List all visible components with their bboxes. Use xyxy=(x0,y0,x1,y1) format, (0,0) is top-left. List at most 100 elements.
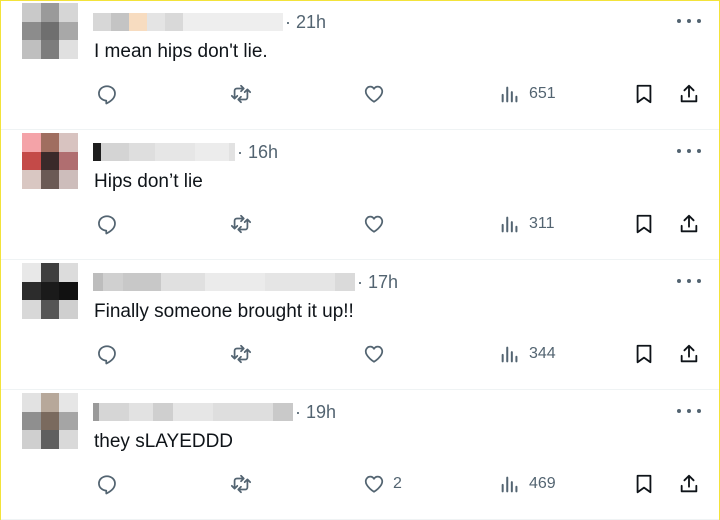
name-pixel-block xyxy=(93,273,103,291)
avatar-pixel xyxy=(22,393,41,412)
avatar-pixel xyxy=(59,411,78,431)
bookmark-icon xyxy=(636,344,652,364)
avatar-pixel xyxy=(40,300,60,319)
avatar-pixel xyxy=(22,133,41,152)
share-button[interactable] xyxy=(678,472,700,496)
views-button[interactable]: 311 xyxy=(499,212,555,236)
pixelated-author-name[interactable] xyxy=(93,273,355,291)
like-button[interactable] xyxy=(363,82,393,106)
pixelated-author-name[interactable] xyxy=(93,403,293,421)
reply-tweet[interactable]: · 21h I mean hips don't lie. 651 xyxy=(1,0,719,130)
reply-button[interactable] xyxy=(96,82,118,106)
views-button[interactable]: 469 xyxy=(499,472,556,496)
avatar-pixel xyxy=(59,430,78,449)
name-pixel-block xyxy=(111,13,129,31)
reply-tweet[interactable]: · 17h Finally someone brought it up!! 34… xyxy=(1,260,719,390)
avatar-pixel xyxy=(40,430,60,449)
name-pixel-block xyxy=(173,403,213,421)
avatar-pixel xyxy=(40,411,60,431)
avatar-pixel xyxy=(59,393,78,412)
bookmark-button[interactable] xyxy=(633,342,655,366)
name-pixel-block xyxy=(265,273,335,291)
bookmark-button[interactable] xyxy=(633,212,655,236)
view-count: 469 xyxy=(529,475,556,492)
views-icon xyxy=(501,216,518,233)
avatar-pixel xyxy=(59,21,78,41)
share-button[interactable] xyxy=(678,212,700,236)
share-icon xyxy=(680,474,698,493)
avatar[interactable] xyxy=(22,133,78,189)
tweet-text: Finally someone brought it up!! xyxy=(94,301,354,322)
avatar[interactable] xyxy=(22,3,78,59)
more-icon[interactable] xyxy=(677,272,701,290)
like-button[interactable]: 2 xyxy=(363,472,402,496)
more-icon[interactable] xyxy=(677,402,701,420)
tweet-timestamp[interactable]: · 19h xyxy=(295,402,336,423)
avatar[interactable] xyxy=(22,263,78,319)
retweet-button[interactable] xyxy=(230,472,252,496)
avatar-pixel xyxy=(22,411,41,431)
tweet-timestamp[interactable]: · 21h xyxy=(285,12,326,33)
pixelated-author-name[interactable] xyxy=(93,143,235,161)
tweet-text: they sLAYEDDD xyxy=(94,431,234,452)
retweet-icon xyxy=(230,344,252,364)
like-button[interactable] xyxy=(363,212,393,236)
reply-tweet[interactable]: · 19h they sLAYEDDD 2 469 xyxy=(1,390,719,520)
retweet-button[interactable] xyxy=(230,212,252,236)
more-icon[interactable] xyxy=(677,12,701,30)
bookmark-button[interactable] xyxy=(633,82,655,106)
avatar-pixel xyxy=(40,151,60,171)
avatar[interactable] xyxy=(22,393,78,449)
reply-button[interactable] xyxy=(96,342,118,366)
name-pixel-block xyxy=(161,273,205,291)
avatar-pixel xyxy=(40,170,60,189)
bookmark-icon xyxy=(636,474,652,494)
avatar-pixel xyxy=(59,151,78,171)
avatar-pixel xyxy=(59,3,78,22)
name-pixel-block xyxy=(129,403,153,421)
share-icon xyxy=(680,344,698,363)
share-button[interactable] xyxy=(678,342,700,366)
more-icon[interactable] xyxy=(677,142,701,160)
retweet-button[interactable] xyxy=(230,82,252,106)
name-pixel-block xyxy=(99,403,129,421)
avatar-pixel xyxy=(22,40,41,59)
pixelated-author-name[interactable] xyxy=(93,13,283,31)
tweet-timestamp[interactable]: · 17h xyxy=(357,272,398,293)
views-button[interactable]: 344 xyxy=(499,342,556,366)
name-pixel-block xyxy=(205,273,265,291)
tweet-timestamp[interactable]: · 16h xyxy=(237,142,278,163)
avatar-pixel xyxy=(59,133,78,152)
share-button[interactable] xyxy=(678,82,700,106)
reply-button[interactable] xyxy=(96,212,118,236)
name-pixel-block xyxy=(155,143,195,161)
tweet-text: I mean hips don't lie. xyxy=(94,41,268,62)
views-icon xyxy=(501,86,518,103)
avatar-pixel xyxy=(40,3,60,22)
avatar-pixel xyxy=(22,300,41,319)
avatar-pixel xyxy=(22,3,41,22)
reply-tweet[interactable]: · 16h Hips don’t lie 311 xyxy=(1,130,719,260)
reply-icon xyxy=(98,345,116,365)
reply-icon xyxy=(98,475,116,495)
heart-icon xyxy=(364,215,384,233)
avatar-pixel xyxy=(59,263,78,282)
view-count: 311 xyxy=(529,215,555,232)
view-count: 344 xyxy=(529,345,556,362)
avatar-pixel xyxy=(40,393,60,412)
retweet-icon xyxy=(230,474,252,494)
like-button[interactable] xyxy=(363,342,393,366)
reply-icon xyxy=(98,85,116,105)
name-pixel-block xyxy=(195,143,229,161)
avatar-pixel xyxy=(59,281,78,301)
avatar-pixel xyxy=(22,170,41,189)
author-row: · 19h xyxy=(93,400,336,424)
bookmark-icon xyxy=(636,214,652,234)
reply-button[interactable] xyxy=(96,472,118,496)
bookmark-button[interactable] xyxy=(633,472,655,496)
views-button[interactable]: 651 xyxy=(499,82,556,106)
name-pixel-block xyxy=(101,143,129,161)
retweet-button[interactable] xyxy=(230,342,252,366)
views-icon xyxy=(501,346,518,363)
name-pixel-block xyxy=(165,13,183,31)
